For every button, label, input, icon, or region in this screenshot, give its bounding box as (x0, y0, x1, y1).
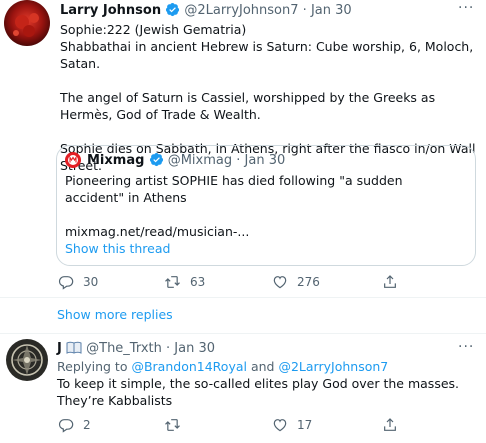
avatar[interactable] (6, 339, 48, 381)
quoted-date: Jan 30 (244, 153, 286, 168)
share-icon (384, 418, 396, 431)
share-button[interactable] (382, 274, 398, 290)
replying-to-line: Replying to @Brandon14Royal and @2LarryJ… (57, 358, 477, 375)
reply-button[interactable]: 2 (58, 417, 91, 433)
more-options-icon[interactable]: ··· (458, 339, 474, 355)
verified-badge-icon (165, 2, 180, 21)
avatar-image (4, 0, 50, 46)
retweet-icon (165, 276, 180, 288)
reply-button[interactable]: 30 (58, 274, 98, 290)
book-emoji-icon (66, 341, 82, 358)
show-this-thread-link[interactable]: Show this thread (65, 240, 465, 257)
tweet-date[interactable]: Jan 30 (174, 341, 215, 356)
like-count: 276 (297, 275, 320, 289)
separator-dot: · (236, 153, 241, 168)
separator-dot: · (166, 341, 171, 356)
reply-icon (58, 419, 74, 433)
tweet-line: Shabbathai in ancient Hebrew is Saturn: … (60, 39, 474, 71)
quoted-author-handle: @Mixmag (167, 153, 233, 168)
tweet-date[interactable]: Jan 30 (311, 3, 352, 18)
replying-to-label: Replying to (57, 359, 128, 374)
quoted-author-name: Mixmag (87, 153, 145, 168)
like-button[interactable]: 276 (272, 274, 320, 290)
quoted-link[interactable]: mixmag.net/read/musician-... (65, 223, 465, 240)
mention-link[interactable]: @2LarryJohnson7 (278, 359, 388, 374)
show-more-replies-link[interactable]: Show more replies (57, 307, 173, 322)
mention-link[interactable]: @Brandon14Royal (131, 359, 247, 374)
divider (0, 297, 486, 298)
separator-dot: · (302, 3, 307, 18)
tweet-line: Sophie:222 (Jewish Gematria) (60, 22, 247, 37)
more-options-icon[interactable]: ··· (458, 0, 474, 16)
share-icon (384, 275, 396, 288)
reply-count: 30 (83, 275, 99, 289)
heart-icon (273, 419, 287, 432)
retweet-count: 63 (190, 275, 206, 289)
heart-icon (273, 276, 287, 289)
tweet-line: The angel of Saturn is Cassiel, worshipp… (60, 90, 436, 122)
replying-and: and (250, 359, 275, 374)
author-handle[interactable]: @The_Trxth (86, 341, 162, 356)
tweet-body: To keep it simple, the so-called elites … (57, 376, 460, 408)
verified-badge-icon (149, 152, 164, 171)
divider (0, 333, 486, 334)
avatar-image (6, 339, 48, 381)
mixmag-avatar (65, 152, 81, 168)
reply-icon (58, 276, 74, 290)
share-button[interactable] (382, 417, 398, 433)
retweet-button[interactable] (164, 417, 190, 433)
author-handle[interactable]: @2LarryJohnson7 (184, 3, 298, 18)
retweet-icon (165, 419, 180, 431)
like-count: 17 (297, 418, 313, 432)
author-name[interactable]: J (57, 341, 62, 356)
author-name[interactable]: Larry Johnson (60, 3, 161, 18)
reply-count: 2 (83, 418, 91, 432)
retweet-button[interactable]: 63 (164, 274, 205, 290)
quoted-text: Pioneering artist SOPHIE has died follow… (65, 173, 403, 205)
like-button[interactable]: 17 (272, 417, 312, 433)
avatar[interactable] (4, 0, 50, 46)
quoted-tweet-card[interactable]: Mixmag @Mixmag · Jan 30 Pioneering artis… (56, 145, 476, 266)
